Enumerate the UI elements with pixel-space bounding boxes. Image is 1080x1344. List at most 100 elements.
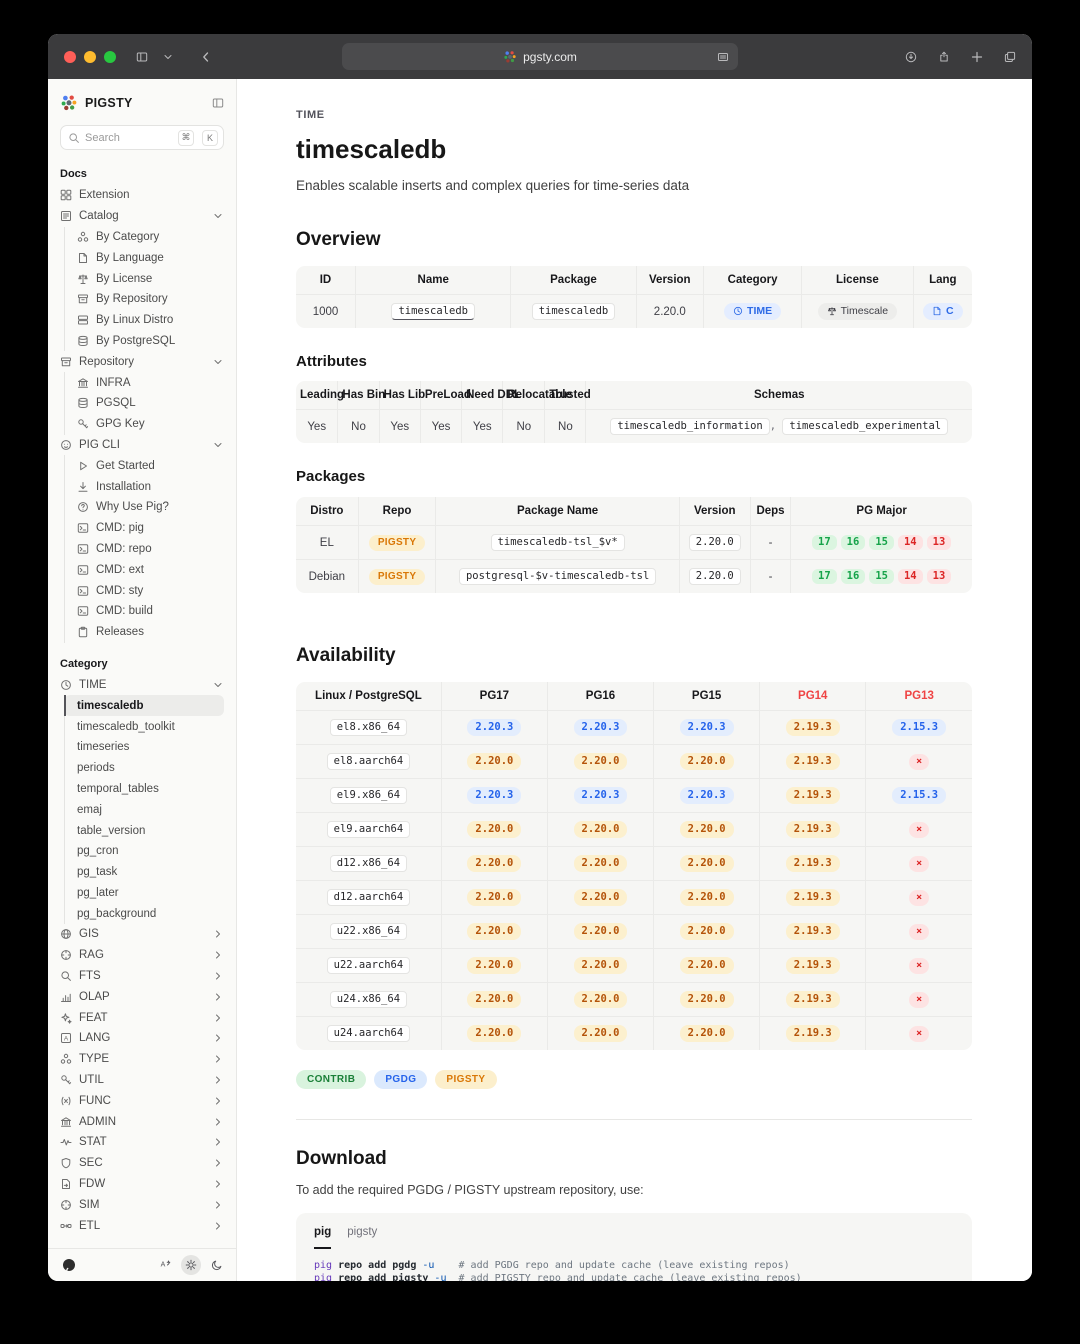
code-line: pig repo add pgdg -u # add PGDG repo and… [314,1260,954,1273]
url-bar[interactable]: pgsty.com [342,43,738,70]
downloads-icon[interactable] [905,51,917,63]
sidebar-item-pg-cron[interactable]: pg_cron [64,841,224,862]
c-pill[interactable]: C [923,303,963,320]
sidebar-item-repository[interactable]: Repository [60,351,224,372]
sidebar-item-sim[interactable]: SIM [60,1194,224,1215]
pill-label: TIME [747,305,772,317]
sidebar-item-cmd-ext[interactable]: CMD: ext [64,559,224,580]
code-body[interactable]: pig repo add pgdg -u # add PGDG repo and… [296,1249,972,1281]
table-cell: 2.19.3 [760,915,866,949]
sidebar-item-label: SIM [79,1199,99,1211]
timescale-pill[interactable]: Timescale [818,303,897,320]
sidebar-item-fdw[interactable]: FDW [60,1174,224,1195]
pigsty-badge[interactable]: PIGSTY [435,1070,496,1089]
sidebar-item-etl[interactable]: ETL [60,1215,224,1236]
sidebar-item-cmd-build[interactable]: CMD: build [64,601,224,622]
sidebar-item-get-started[interactable]: Get Started [64,455,224,476]
back-icon[interactable] [200,51,212,63]
chevron-right-icon [212,1116,224,1128]
tab-pigsty[interactable]: pigsty [347,1226,377,1249]
sidebar-item-why-use-pig[interactable]: Why Use Pig? [64,497,224,518]
sidebar-item-releases[interactable]: Releases [64,622,224,643]
sidebar-item-lang[interactable]: ALANG [60,1028,224,1049]
code-link[interactable]: timescaledb [391,303,475,320]
sidebar-item-periods[interactable]: periods [64,758,224,779]
sidebar-item-pig-cli[interactable]: PIG CLI [60,435,224,456]
pg-major-badge: 14 [898,569,923,584]
sidebar-item-rag[interactable]: RAG [60,945,224,966]
pigsty-pill[interactable]: PIGSTY [369,569,425,585]
circles-icon [60,1053,72,1065]
minimize-window-button[interactable] [84,51,96,63]
version-badge: 2.19.3 [786,787,840,804]
sidebar-item-gpg-key[interactable]: GPG Key [64,414,224,435]
tab-overview-icon[interactable] [1004,51,1016,63]
sidebar-item-pg-task[interactable]: pg_task [64,862,224,883]
sidebar-item-cmd-sty[interactable]: CMD: sty [64,580,224,601]
sidebar-item-pgsql[interactable]: PGSQL [64,393,224,414]
sidebar-item-by-license[interactable]: By License [64,268,224,289]
share-icon[interactable] [938,51,950,63]
traffic-lights [64,51,116,63]
sidebar-item-label: FDW [79,1178,105,1190]
close-window-button[interactable] [64,51,76,63]
sidebar-item-by-repository[interactable]: By Repository [64,289,224,310]
table-cell: 2.20.0 [636,295,704,329]
light-mode-button[interactable] [181,1255,201,1275]
sidebar-item-feat[interactable]: FEAT [60,1007,224,1028]
sidebar-item-sec[interactable]: SEC [60,1153,224,1174]
pigsty-pill[interactable]: PIGSTY [369,535,425,551]
version-badge: 2.20.0 [574,923,628,940]
table-cell: × [866,847,972,881]
search-input[interactable]: Search ⌘ K [60,125,224,150]
sidebar-item-timescaledb-toolkit[interactable]: timescaledb_toolkit [64,716,224,737]
table-cell: 2.20.0 [654,915,760,949]
table-cell: timescaledb [511,295,636,329]
unavailable-mark: × [909,754,929,770]
sidebar-item-extension[interactable]: Extension [60,185,224,206]
sidebar-item-by-postgresql[interactable]: By PostgreSQL [64,331,224,352]
sidebar-item-fts[interactable]: FTS [60,966,224,987]
column-header: Need DDL [462,381,503,410]
sidebar-item-gis[interactable]: GIS [60,924,224,945]
new-tab-icon[interactable] [971,51,983,63]
brand-name[interactable]: PIGSTY [85,96,133,110]
sidebar-item-temporal-tables[interactable]: temporal_tables [64,779,224,800]
collapse-sidebar-icon[interactable] [212,97,224,109]
sidebar-item-timescaledb[interactable]: timescaledb [64,695,224,716]
time-pill[interactable]: TIME [724,303,781,320]
sidebar-toggle-icon[interactable] [136,51,148,63]
pgdg-badge[interactable]: PGDG [374,1070,427,1089]
sidebar-item-pg-later[interactable]: pg_later [64,883,224,904]
sidebar-item-cmd-repo[interactable]: CMD: repo [64,539,224,560]
sidebar-item-infra[interactable]: INFRA [64,372,224,393]
sidebar-item-admin[interactable]: ADMIN [60,1111,224,1132]
sidebar-item-catalog[interactable]: Catalog [60,206,224,227]
sidebar-item-label: timeseries [77,741,129,753]
sidebar-item-func[interactable]: FUNC [60,1090,224,1111]
zoom-window-button[interactable] [104,51,116,63]
unavailable-mark: × [909,856,929,872]
sidebar-item-type[interactable]: TYPE [60,1049,224,1070]
sidebar-item-olap[interactable]: OLAP [60,986,224,1007]
sidebar-item-by-linux-distro[interactable]: By Linux Distro [64,310,224,331]
dark-mode-button[interactable] [211,1259,223,1271]
sidebar-item-emaj[interactable]: emaj [64,799,224,820]
chevron-down-icon[interactable] [162,51,174,63]
contrib-badge[interactable]: CONTRIB [296,1070,366,1089]
sidebar-item-cmd-pig[interactable]: CMD: pig [64,518,224,539]
sidebar-item-installation[interactable]: Installation [64,476,224,497]
github-icon[interactable] [61,1257,77,1273]
tab-pig[interactable]: pig [314,1226,331,1249]
language-icon[interactable]: A [159,1259,171,1271]
sidebar-item-by-language[interactable]: By Language [64,247,224,268]
sidebar-item-util[interactable]: UTIL [60,1070,224,1091]
sidebar-item-table-version[interactable]: table_version [64,820,224,841]
sidebar-item-by-category[interactable]: By Category [64,227,224,248]
sidebar-item-pg-background[interactable]: pg_background [64,903,224,924]
sidebar-item-timeseries[interactable]: timeseries [64,737,224,758]
sidebar-item-stat[interactable]: STAT [60,1132,224,1153]
table-cell: 2.20.0 [654,881,760,915]
reader-icon[interactable] [717,51,729,63]
sidebar-item-time[interactable]: TIME [60,675,224,696]
